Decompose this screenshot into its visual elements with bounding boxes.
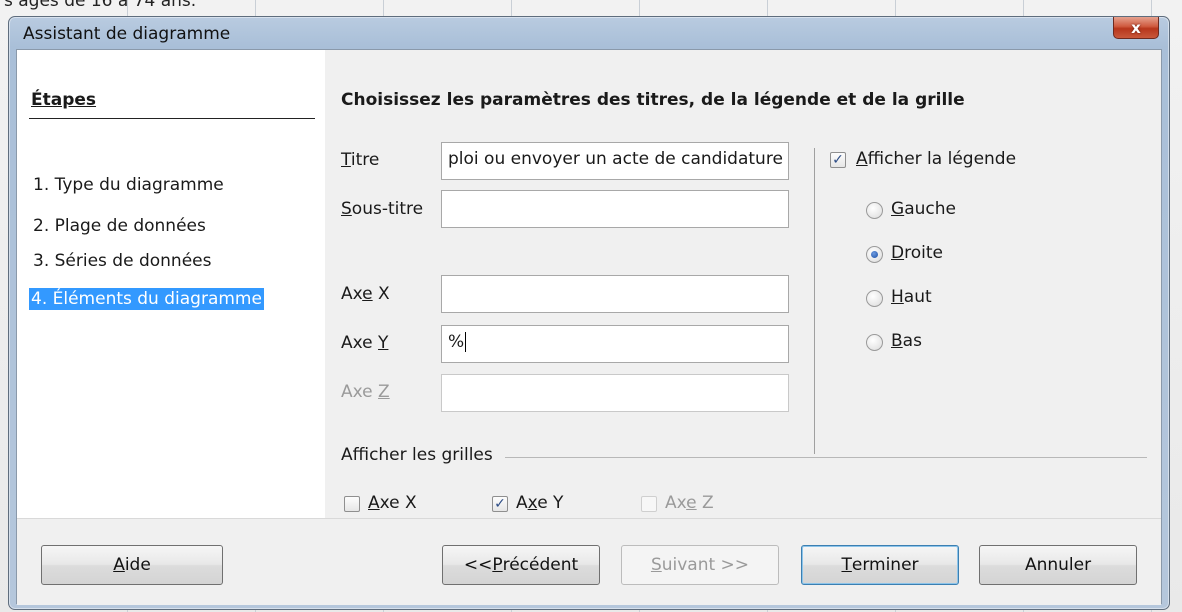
grid-z-checkbox[interactable]: [641, 496, 657, 512]
step-item-series[interactable]: 3. Séries de données: [31, 250, 213, 272]
finish-button[interactable]: Terminer: [801, 545, 959, 585]
legend-top-radio[interactable]: [866, 290, 883, 307]
axis-y-input[interactable]: %: [441, 325, 789, 363]
axis-y-value: %: [448, 332, 465, 352]
previous-button[interactable]: << Précédent: [442, 545, 600, 585]
axis-x-input[interactable]: [441, 275, 789, 313]
legend-bottom-radio[interactable]: [866, 334, 883, 351]
help-button[interactable]: Aide: [41, 545, 223, 585]
check-icon: ✓: [832, 152, 844, 168]
close-button[interactable]: x: [1113, 17, 1159, 39]
title-input[interactable]: ploi ou envoyer un acte de candidature: [441, 142, 789, 180]
text-caret: [465, 332, 467, 352]
chart-wizard-dialog: Assistant de diagramme x Étapes 1. Type …: [8, 16, 1170, 610]
legend-bottom-label[interactable]: Bas: [891, 331, 922, 351]
check-icon: ✓: [494, 496, 506, 512]
dialog-client-area: Étapes 1. Type du diagramme 2. Plage de …: [16, 49, 1162, 605]
steps-heading: Étapes: [31, 90, 97, 110]
background-sheet-text: s âgés de 16 à 74 ans.: [4, 0, 197, 11]
grid-y-label[interactable]: Axe Y: [516, 493, 563, 513]
grid-z-label[interactable]: Axe Z: [665, 493, 714, 513]
subtitle-label: Sous-titre: [341, 199, 424, 219]
steps-divider: [29, 118, 315, 119]
step-item-range[interactable]: 2. Plage de données: [31, 215, 208, 237]
radio-selected-dot: [871, 251, 878, 258]
axis-z-input[interactable]: [441, 374, 789, 412]
legend-left-radio[interactable]: [866, 202, 883, 219]
button-bar: Aide << Précédent Suivant >> Terminer An…: [17, 518, 1161, 605]
axis-z-label: Axe Z: [341, 382, 390, 402]
title-bar[interactable]: Assistant de diagramme x: [9, 17, 1169, 47]
step-item-elements[interactable]: 4. Éléments du diagramme: [29, 288, 264, 310]
show-legend-checkbox[interactable]: ✓: [830, 152, 846, 168]
grids-group-title: Afficher les grilles: [341, 445, 493, 465]
title-label: Titre: [341, 150, 380, 170]
cancel-button[interactable]: Annuler: [979, 545, 1137, 585]
axis-x-label: Axe X: [341, 284, 390, 304]
grids-group-line: [505, 457, 1147, 458]
axis-y-label: Axe Y: [341, 333, 389, 353]
next-button[interactable]: Suivant >>: [621, 545, 779, 585]
step-item-type[interactable]: 1. Type du diagramme: [31, 174, 226, 196]
grid-y-checkbox[interactable]: ✓: [492, 496, 508, 512]
legend-top-label[interactable]: Haut: [891, 287, 932, 307]
grid-x-label[interactable]: Axe X: [368, 493, 417, 513]
subtitle-input[interactable]: [441, 190, 789, 228]
show-legend-label[interactable]: Afficher la légende: [856, 149, 1016, 169]
legend-separator: [814, 148, 815, 454]
panel-heading: Choisissez les paramètres des titres, de…: [341, 90, 965, 110]
close-icon: x: [1131, 18, 1141, 37]
steps-panel: Étapes 1. Type du diagramme 2. Plage de …: [17, 50, 325, 518]
grid-x-checkbox[interactable]: [344, 496, 360, 512]
legend-right-label[interactable]: Droite: [891, 243, 943, 263]
legend-left-label[interactable]: Gauche: [891, 199, 956, 219]
window-title: Assistant de diagramme: [23, 24, 231, 44]
legend-right-radio[interactable]: [866, 246, 883, 263]
